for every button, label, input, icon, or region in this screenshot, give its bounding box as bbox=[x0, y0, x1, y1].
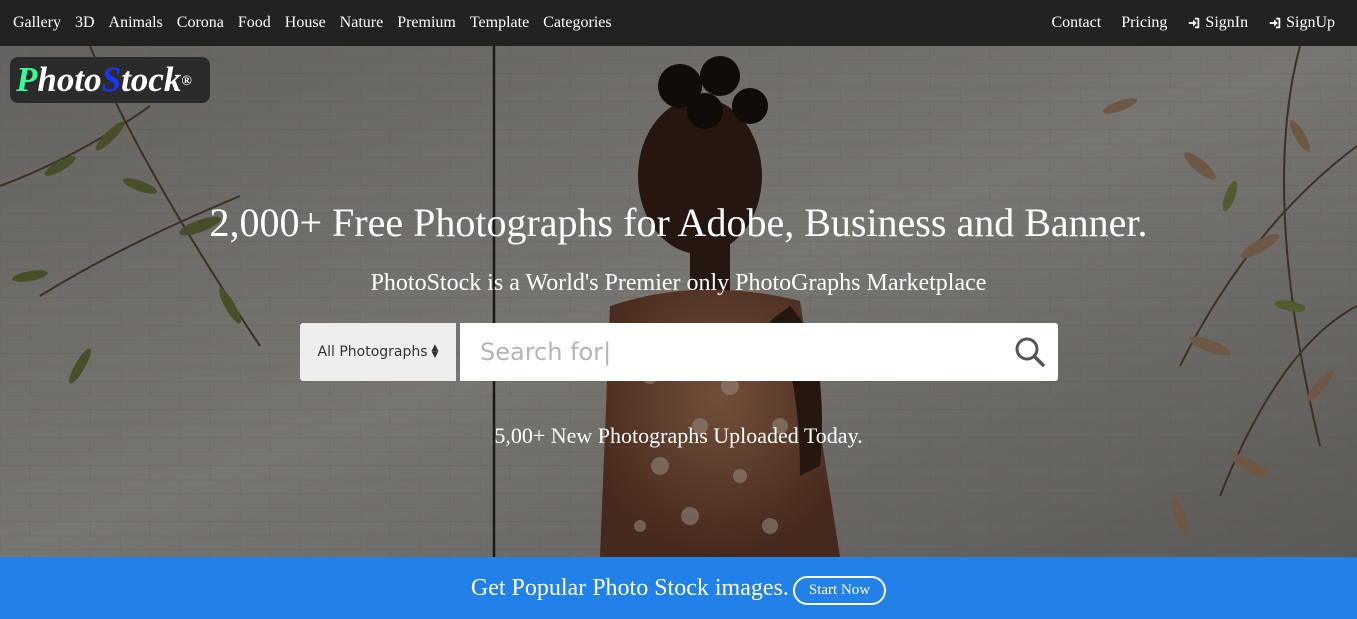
cta-text: Get Popular Photo Stock images. bbox=[470, 574, 789, 601]
cta-banner: Get Popular Photo Stock images. Start No… bbox=[0, 557, 1357, 619]
nav-link-animals[interactable]: Animals bbox=[109, 14, 163, 32]
search-icon[interactable] bbox=[1014, 336, 1046, 368]
search-bar: All Photographs ▲ ▼ bbox=[300, 323, 1058, 381]
hero-headline: 2,000+ Free Photographs for Adobe, Busin… bbox=[209, 200, 1148, 245]
nav-link-corona[interactable]: Corona bbox=[177, 14, 224, 32]
logo-letter-p: P bbox=[16, 60, 38, 99]
logo-text-tock: tock bbox=[121, 60, 182, 99]
registered-mark: ® bbox=[181, 74, 192, 89]
hero-section: Photo Stock ® 2,000+ Free Photographs for … bbox=[0, 46, 1357, 557]
hero-subline: PhotoStock is a World's Premier only Pho… bbox=[370, 270, 987, 296]
nav-link-food[interactable]: Food bbox=[238, 14, 271, 32]
top-navbar: Gallery 3D Animals Corona Food House Nat… bbox=[0, 0, 1357, 46]
search-input-wrapper bbox=[460, 323, 1058, 381]
nav-link-signup[interactable]: SignUp bbox=[1268, 14, 1335, 32]
nav-link-premium[interactable]: Premium bbox=[397, 14, 456, 32]
logo-text-hoto: hoto bbox=[37, 60, 102, 99]
nav-link-pricing[interactable]: Pricing bbox=[1121, 14, 1167, 32]
nav-link-categories[interactable]: Categories bbox=[543, 14, 611, 32]
search-input[interactable] bbox=[460, 323, 1000, 381]
logo-letter-s: S bbox=[101, 60, 122, 99]
signup-label: SignUp bbox=[1286, 14, 1335, 31]
sign-in-icon bbox=[1268, 16, 1282, 30]
nav-link-3d[interactable]: 3D bbox=[75, 14, 95, 32]
signin-label: SignIn bbox=[1205, 14, 1249, 31]
nav-link-signin[interactable]: SignIn bbox=[1187, 14, 1248, 32]
sign-in-icon bbox=[1187, 16, 1201, 30]
category-select-value: All Photographs bbox=[317, 344, 428, 360]
uploaded-today-text: 5,00+ New Photographs Uploaded Today. bbox=[494, 423, 863, 448]
nav-link-contact[interactable]: Contact bbox=[1051, 14, 1101, 32]
nav-categories: Gallery 3D Animals Corona Food House Nat… bbox=[0, 0, 626, 46]
nav-account: Contact Pricing SignIn SignUp bbox=[1031, 0, 1357, 46]
nav-link-template[interactable]: Template bbox=[470, 14, 529, 32]
sort-caret-icon: ▲ ▼ bbox=[431, 343, 439, 360]
nav-link-house[interactable]: House bbox=[285, 14, 326, 32]
hero-dark-overlay bbox=[0, 46, 1357, 557]
nav-link-nature[interactable]: Nature bbox=[340, 14, 384, 32]
category-select[interactable]: All Photographs ▲ ▼ bbox=[300, 323, 456, 381]
nav-link-gallery[interactable]: Gallery bbox=[13, 14, 61, 32]
start-now-button[interactable]: Start Now bbox=[792, 575, 887, 605]
photostock-logo[interactable]: Photo Stock ® bbox=[10, 57, 210, 103]
